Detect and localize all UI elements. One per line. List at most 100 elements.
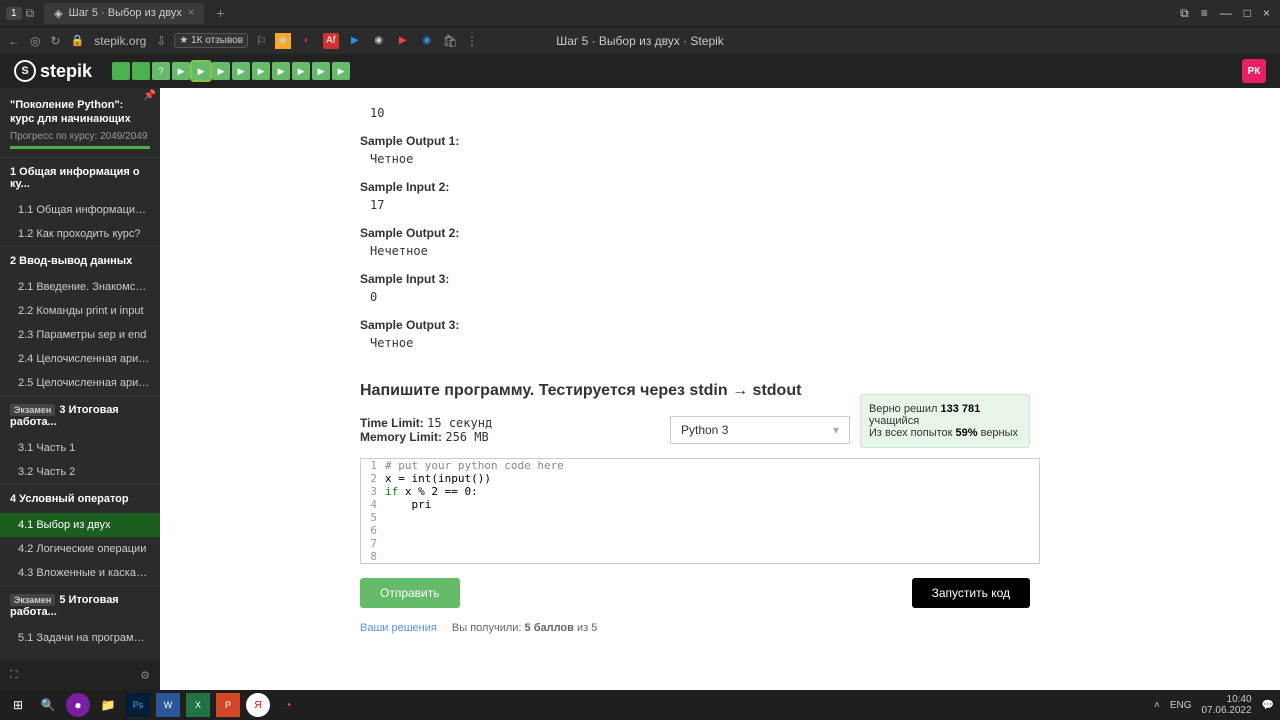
section-header[interactable]: 1 Общая информация о ку... (0, 157, 160, 198)
lesson-item[interactable]: 3.2 Часть 2 (0, 460, 160, 484)
solutions-link[interactable]: Ваши решения (360, 622, 437, 634)
minimize-icon[interactable]: — (1220, 6, 1232, 21)
tray-time[interactable]: 10:40 (1201, 694, 1251, 705)
section-header[interactable]: 4 Условный оператор (0, 484, 160, 513)
lesson-item[interactable]: 4.3 Вложенные и каскадн... (0, 561, 160, 585)
notifications-icon[interactable]: 💬 (1262, 700, 1274, 711)
lesson-item[interactable]: 1.1 Общая информация о ... (0, 198, 160, 222)
tray-lang[interactable]: ENG (1170, 700, 1192, 711)
bookmark-icon[interactable]: ⚐ (256, 34, 267, 48)
step-5[interactable]: ▶ (192, 62, 210, 80)
search-icon[interactable]: 🔍 (36, 693, 60, 717)
more-icon[interactable]: ⋮ (466, 34, 478, 48)
ext-icon-1[interactable]: ◉ (275, 33, 291, 49)
section-header[interactable]: Экзамен3 Итоговая работа... (0, 395, 160, 436)
section-header[interactable]: Экзамен5 Итоговая работа... (0, 585, 160, 626)
photoshop-icon[interactable]: Ps (126, 693, 150, 717)
step-6[interactable]: ▶ (212, 62, 230, 80)
start-icon[interactable]: ⊞ (6, 693, 30, 717)
ext-icon-4[interactable]: ▶ (347, 33, 363, 49)
logo-icon: S (14, 60, 36, 82)
browser-tab[interactable]: ◈ Шаг 5 · Выбор из двух × (44, 3, 204, 24)
powerpoint-icon[interactable]: P (216, 693, 240, 717)
lesson-item[interactable]: 4.2 Логические операции (0, 537, 160, 561)
lesson-item[interactable]: 2.4 Целочисленная арифм... (0, 347, 160, 371)
sample-label: Sample Output 3: (360, 318, 1040, 332)
close-tab-icon[interactable]: × (188, 7, 194, 19)
ext-icon-2[interactable]: ◐ (299, 33, 315, 49)
new-tab-icon[interactable]: + (216, 5, 224, 21)
excel-icon[interactable]: X (186, 693, 210, 717)
sample-label: Sample Input 3: (360, 272, 1040, 286)
sample-label: Sample Input 2: (360, 180, 1040, 194)
menu-icon[interactable]: ≡ (1201, 6, 1208, 21)
step-7[interactable]: ▶ (232, 62, 250, 80)
step-8[interactable]: ▶ (252, 62, 270, 80)
score-line: Ваши решения Вы получили: 5 баллов из 5 (360, 622, 1040, 634)
picture-in-picture-icon[interactable]: ⧉ (1180, 6, 1189, 21)
fullscreen-icon[interactable]: ⛶ (10, 669, 18, 682)
tab-count: 1 (6, 7, 22, 20)
settings-icon[interactable]: ⚙ (140, 669, 150, 682)
lesson-item[interactable]: 2.1 Введение. Знакомство ... (0, 275, 160, 299)
app-header: S stepik ?▶▶▶▶▶▶▶▶▶ РК (0, 54, 1280, 88)
sample-value: 10 (360, 104, 1040, 122)
avatar[interactable]: РК (1242, 59, 1266, 83)
close-window-icon[interactable]: × (1263, 6, 1270, 21)
download-icon[interactable]: ⇩ (156, 34, 166, 48)
step-9[interactable]: ▶ (272, 62, 290, 80)
titlebar: 1 ⧉ ◈ Шаг 5 · Выбор из двух × + ⧉ ≡ — □ … (0, 0, 1280, 26)
step-10[interactable]: ▶ (292, 62, 310, 80)
lesson-item[interactable]: 4.1 Выбор из двух (0, 513, 160, 537)
step-4[interactable]: ▶ (172, 62, 190, 80)
tray-date[interactable]: 07.06.2022 (1201, 705, 1251, 716)
reviews-badge[interactable]: ★ 1К отзывов (174, 33, 248, 48)
maximize-icon[interactable]: □ (1244, 6, 1251, 21)
explorer-icon[interactable]: 📁 (96, 693, 120, 717)
shield-icon[interactable]: ◎ (30, 34, 40, 48)
page-title: Шаг 5 · Выбор из двух · Stepik (556, 34, 724, 48)
language-select[interactable]: Python 3 ▾ (670, 416, 850, 444)
logo[interactable]: S stepik (14, 60, 92, 82)
lesson-item[interactable]: 2.3 Параметры sep и end (0, 323, 160, 347)
stats-box: Верно решил 133 781 учащийся Из всех поп… (860, 394, 1030, 448)
addressbar: ← ◎ ↻ 🔒 stepik.org Шаг 5 · Выбор из двух… (0, 26, 1280, 54)
yandex-icon[interactable]: Я (246, 693, 270, 717)
content: 10Sample Output 1:ЧетноеSample Input 2:1… (160, 88, 1280, 690)
section-header[interactable]: 2 Ввод-вывод данных (0, 246, 160, 275)
step-12[interactable]: ▶ (332, 62, 350, 80)
ext-icon-7[interactable]: ◉ (419, 33, 435, 49)
tab-title: Шаг 5 · Выбор из двух (69, 7, 182, 19)
submit-button[interactable]: Отправить (360, 578, 460, 608)
word-icon[interactable]: W (156, 693, 180, 717)
ext-icon-5[interactable]: ◉ (371, 33, 387, 49)
step-2[interactable] (132, 62, 150, 80)
reload-icon[interactable]: ↻ (50, 34, 60, 48)
lesson-item[interactable]: 2.5 Целочисленная арифм... (0, 371, 160, 395)
run-button[interactable]: Запустить код (912, 578, 1030, 608)
code-editor[interactable]: 1# put your python code here2x = int(inp… (360, 458, 1040, 564)
lesson-item[interactable]: 5.1 Задачи на программир... (0, 626, 160, 650)
tabs-overview-icon[interactable]: ⧉ (26, 6, 35, 21)
progress-bar (10, 146, 150, 149)
ext-icon-3[interactable]: Af (323, 33, 339, 49)
ext-icon-6[interactable]: ▶ (395, 33, 411, 49)
cart-icon[interactable]: 🛍 (443, 34, 458, 48)
app-icon-1[interactable]: ● (66, 693, 90, 717)
lesson-item[interactable]: 2.2 Команды print и input (0, 299, 160, 323)
sample-value: 17 (360, 196, 1040, 214)
tray-chevron-icon[interactable]: ˄ (1154, 700, 1160, 711)
pin-icon[interactable]: 📌 (144, 90, 156, 101)
lock-icon: 🔒 (71, 34, 85, 47)
back-icon[interactable]: ← (8, 34, 20, 48)
lesson-item[interactable]: 3.1 Часть 1 (0, 436, 160, 460)
sample-label: Sample Output 2: (360, 226, 1040, 240)
step-1[interactable] (112, 62, 130, 80)
taskbar: ⊞ 🔍 ● 📁 Ps W X P Я ◔ ˄ ENG 10:40 07.06.2… (0, 690, 1280, 720)
url-text[interactable]: stepik.org (94, 34, 146, 48)
lesson-item[interactable]: 1.2 Как проходить курс? (0, 222, 160, 246)
app-icon-2[interactable]: ◔ (276, 693, 300, 717)
step-3[interactable]: ? (152, 62, 170, 80)
step-11[interactable]: ▶ (312, 62, 330, 80)
progress-text: Прогресс по курсу: 2049/2049 (0, 131, 160, 142)
